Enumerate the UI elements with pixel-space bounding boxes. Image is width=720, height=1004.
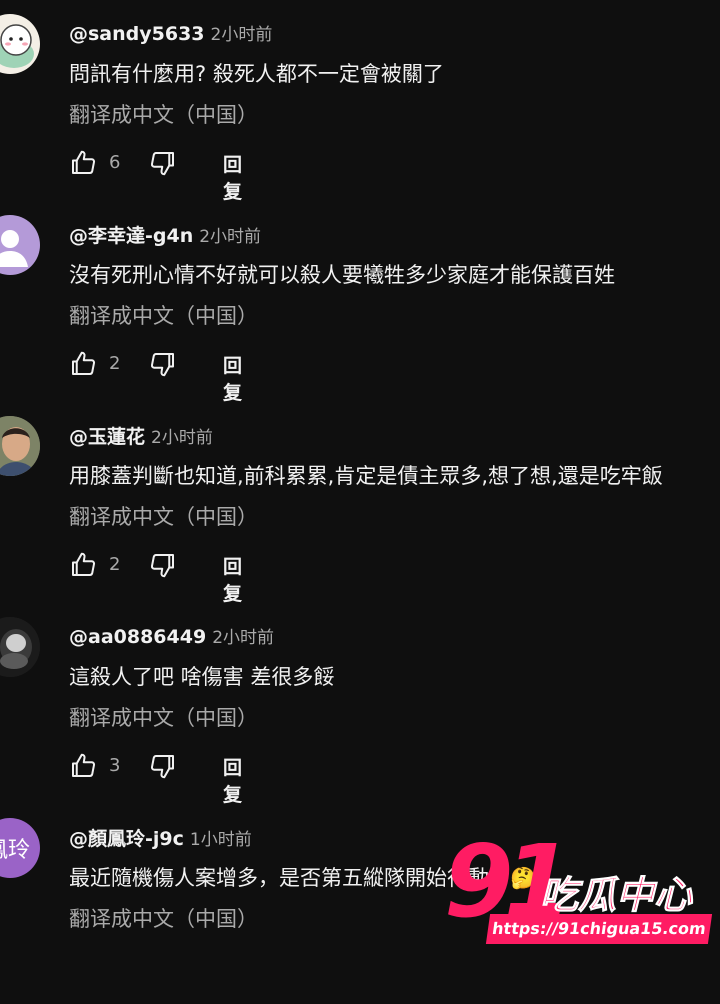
thumbs-down-icon[interactable] bbox=[148, 550, 178, 580]
translate-link[interactable]: 翻译成中文（中国） bbox=[69, 99, 258, 129]
watermark-name: 吃瓜中心 bbox=[539, 873, 693, 918]
translate-link[interactable]: 翻译成中文（中国） bbox=[69, 501, 258, 531]
thumbs-down-icon[interactable] bbox=[148, 148, 178, 178]
comment-time[interactable]: 2小时前 bbox=[212, 628, 274, 648]
avatar[interactable]: 鳳玲 bbox=[0, 818, 40, 878]
comment-meta: @李幸達-g4n 2小时前 bbox=[69, 221, 261, 248]
reply-button[interactable]: 回复 bbox=[223, 150, 242, 204]
comment-text: 沒有死刑心情不好就可以殺人要犧牲多少家庭才能保護百姓 bbox=[69, 263, 615, 287]
avatar[interactable] bbox=[0, 617, 40, 677]
avatar[interactable] bbox=[0, 215, 40, 275]
reply-button[interactable]: 回复 bbox=[223, 351, 242, 405]
comment-text: 用膝蓋判斷也知道,前科累累,肯定是債主眾多,想了想,還是吃牢飯 bbox=[69, 464, 663, 488]
comment-author[interactable]: @顏鳳玲-j9c bbox=[69, 828, 184, 850]
reply-button[interactable]: 回复 bbox=[223, 753, 242, 807]
watermark-url: https://91chigua15.com bbox=[485, 914, 713, 944]
avatar[interactable] bbox=[0, 416, 40, 476]
translate-link[interactable]: 翻译成中文（中国） bbox=[69, 300, 258, 330]
comment-item: @玉蓮花 2小时前 用膝蓋判斷也知道,前科累累,肯定是債主眾多,想了想,還是吃牢飯… bbox=[0, 402, 720, 605]
comment-time[interactable]: 1小时前 bbox=[190, 830, 252, 850]
like-count: 2 bbox=[109, 554, 121, 575]
thumbs-up-icon[interactable] bbox=[68, 550, 98, 580]
thumbs-down-icon[interactable] bbox=[148, 349, 178, 379]
comment-item: @sandy5633 2小时前 問訊有什麼用? 殺死人都不一定會被關了 翻译成中文… bbox=[0, 0, 720, 203]
comment-meta: @aa0886449 2小时前 bbox=[69, 623, 274, 648]
like-count: 3 bbox=[109, 755, 121, 776]
like-count: 6 bbox=[109, 152, 121, 173]
comment-author[interactable]: @李幸達-g4n bbox=[69, 225, 193, 247]
like-count: 2 bbox=[109, 353, 121, 374]
comment-item: @李幸達-g4n 2小时前 沒有死刑心情不好就可以殺人要犧牲多少家庭才能保護百姓 … bbox=[0, 201, 720, 404]
thumbs-down-icon[interactable] bbox=[148, 751, 178, 781]
reply-button[interactable]: 回复 bbox=[223, 552, 242, 606]
thumbs-up-icon[interactable] bbox=[68, 751, 98, 781]
comment-meta: @顏鳳玲-j9c 1小时前 bbox=[69, 824, 252, 851]
translate-link[interactable]: 翻译成中文（中国） bbox=[69, 903, 258, 933]
avatar[interactable] bbox=[0, 14, 40, 74]
translate-link[interactable]: 翻译成中文（中国） bbox=[69, 702, 258, 732]
comment-text: 這殺人了吧 啥傷害 差很多餒 bbox=[69, 665, 335, 689]
comment-author[interactable]: @aa0886449 bbox=[69, 626, 206, 648]
comment-meta: @玉蓮花 2小时前 bbox=[69, 422, 213, 449]
comment-item: @aa0886449 2小时前 這殺人了吧 啥傷害 差很多餒 翻译成中文（中国） … bbox=[0, 603, 720, 806]
comment-author[interactable]: @sandy5633 bbox=[69, 23, 205, 45]
avatar-initial: 鳳玲 bbox=[0, 838, 30, 863]
comment-text: 問訊有什麼用? 殺死人都不一定會被關了 bbox=[69, 62, 444, 86]
comment-time[interactable]: 2小时前 bbox=[199, 227, 261, 247]
comment-author[interactable]: @玉蓮花 bbox=[69, 426, 145, 448]
comment-time[interactable]: 2小时前 bbox=[211, 25, 273, 45]
thumbs-up-icon[interactable] bbox=[68, 349, 98, 379]
watermark-logo: 91 吃瓜中心 https://91chigua15.com bbox=[440, 830, 720, 960]
thumbs-up-icon[interactable] bbox=[68, 148, 98, 178]
comment-time[interactable]: 2小时前 bbox=[151, 428, 213, 448]
comment-meta: @sandy5633 2小时前 bbox=[69, 20, 272, 45]
